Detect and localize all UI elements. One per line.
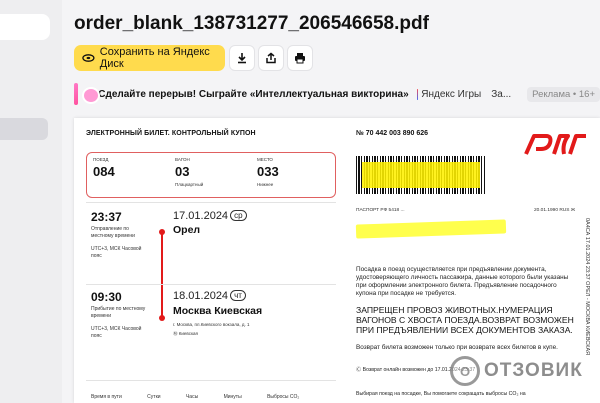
- departure-time: 23:37: [91, 210, 122, 224]
- train-label: ПОЕЗД: [93, 157, 109, 162]
- arrival-tz: UTC+3, МСК Часовой пояс: [91, 326, 142, 339]
- seat-type: Нижнее: [257, 182, 274, 187]
- divider: [86, 202, 336, 203]
- train-number: 084: [93, 164, 115, 179]
- ad-brand: Яндекс Игры: [421, 88, 482, 100]
- ticket-number: № 70 442 003 890 626: [356, 130, 429, 137]
- train-column: ПОЕЗД 084: [93, 157, 115, 179]
- ad-image: [74, 83, 102, 105]
- car-column: ВАГОН 03 Плацкартный: [175, 157, 203, 187]
- days-label: Сутки: [147, 394, 161, 400]
- departure-tz: UTC+3, МСК Часовой пояс: [91, 246, 142, 259]
- co2-info: Выбирая поезд на посадке, Вы помогаете с…: [356, 391, 526, 397]
- train-info-box: ПОЕЗД 084 ВАГОН 03 Плацкартный МЕСТО 033…: [86, 152, 336, 198]
- departure-dot: [159, 229, 165, 235]
- passport-label: ПАСПОРТ РФ 5418 ...: [356, 208, 405, 213]
- sidebar-selected-item[interactable]: [0, 118, 48, 140]
- yandex-games-icon: [416, 88, 419, 100]
- ad-badge[interactable]: Реклама • 16+: [527, 86, 600, 102]
- arrival-address: г. Москва, пл.Киевского вокзала, д. 1: [173, 322, 250, 327]
- departure-desc: Отправление по местному времени: [91, 226, 135, 239]
- arrival-date: 18.01.2024: [173, 290, 229, 302]
- arrival-dow: чт: [230, 290, 246, 301]
- arrival-dot: [159, 315, 165, 321]
- car-type: Плацкартный: [175, 182, 204, 187]
- trip-summary-labels: Время в пути Сутки Часы Минуты Выбросы C…: [91, 394, 323, 400]
- co2-label: Выбросы CO₂: [267, 394, 300, 400]
- left-sidebar: [0, 0, 62, 403]
- route-line: [161, 231, 163, 319]
- divider: [86, 380, 336, 381]
- vertical-text: 0А4СА 17.01.2024 23:37 ОРЕЛ - МОСКВА КИЕ…: [584, 218, 590, 356]
- seat-label: МЕСТО: [257, 157, 273, 162]
- arrival-date-row: 18.01.2024 чт: [173, 290, 246, 302]
- sidebar-card[interactable]: [0, 14, 50, 40]
- departure-date-row: 17.01.2024 ср: [173, 210, 247, 222]
- divider: [86, 284, 336, 285]
- refund-info: Возврат билета возможен только при возвр…: [356, 344, 558, 351]
- watermark-text: ОТЗОВИК: [484, 360, 583, 381]
- download-icon: [238, 53, 246, 64]
- download-button[interactable]: [229, 45, 255, 71]
- seat-number: 033: [257, 164, 279, 179]
- ad-text: Сделайте перерыв! Сыграйте «Интеллектуал…: [98, 88, 409, 100]
- departure-date: 17.01.2024: [173, 210, 229, 222]
- hours-label: Часы: [185, 394, 199, 400]
- departure-dow: ср: [230, 210, 247, 221]
- arrival-time: 09:30: [91, 290, 122, 304]
- boarding-info: Посадка в поезд осуществляется при предъ…: [356, 266, 569, 297]
- share-button[interactable]: [258, 45, 284, 71]
- duration-label: Время в пути: [91, 394, 122, 400]
- print-icon: [295, 53, 305, 64]
- watermark: О ОТЗОВИК: [450, 356, 583, 386]
- car-label: ВАГОН: [175, 157, 190, 162]
- minutes-label: Минуты: [223, 394, 242, 400]
- ad-banner[interactable]: Сделайте перерыв! Сыграйте «Интеллектуал…: [74, 81, 600, 107]
- print-button[interactable]: [287, 45, 313, 71]
- otzovik-icon: О: [450, 356, 480, 386]
- barcode: [356, 156, 486, 194]
- seat-column: МЕСТО 033 Нижнее: [257, 157, 279, 187]
- disk-icon: [82, 54, 95, 62]
- save-to-disk-button[interactable]: Сохранить на Яндекс Диск: [74, 45, 225, 71]
- birth-date: 20.01.1990 RUS Ж: [534, 208, 576, 213]
- share-icon: [266, 52, 276, 64]
- arrival-station: Москва Киевская: [173, 305, 263, 317]
- warning-text: ЗАПРЕЩЕН ПРОВОЗ ЖИВОТНЫХ.НУМЕРАЦИЯ ВАГОН…: [356, 305, 574, 335]
- passenger-name-redacted: [355, 219, 507, 239]
- ticket-header: ЭЛЕКТРОННЫЙ БИЛЕТ. КОНТРОЛЬНЫЙ КУПОН: [86, 130, 256, 137]
- departure-station: Орел: [173, 224, 201, 236]
- rzd-logo: [524, 134, 586, 155]
- car-number: 03: [175, 164, 190, 179]
- arrival-metro: Ⓜ Киевская: [173, 331, 198, 336]
- arrival-desc: Прибытие по местному времени: [91, 306, 146, 319]
- file-title: order_blank_138731277_206546658.pdf: [74, 13, 429, 34]
- save-button-label: Сохранить на Яндекс Диск: [99, 46, 210, 70]
- ad-more: За...: [491, 88, 512, 100]
